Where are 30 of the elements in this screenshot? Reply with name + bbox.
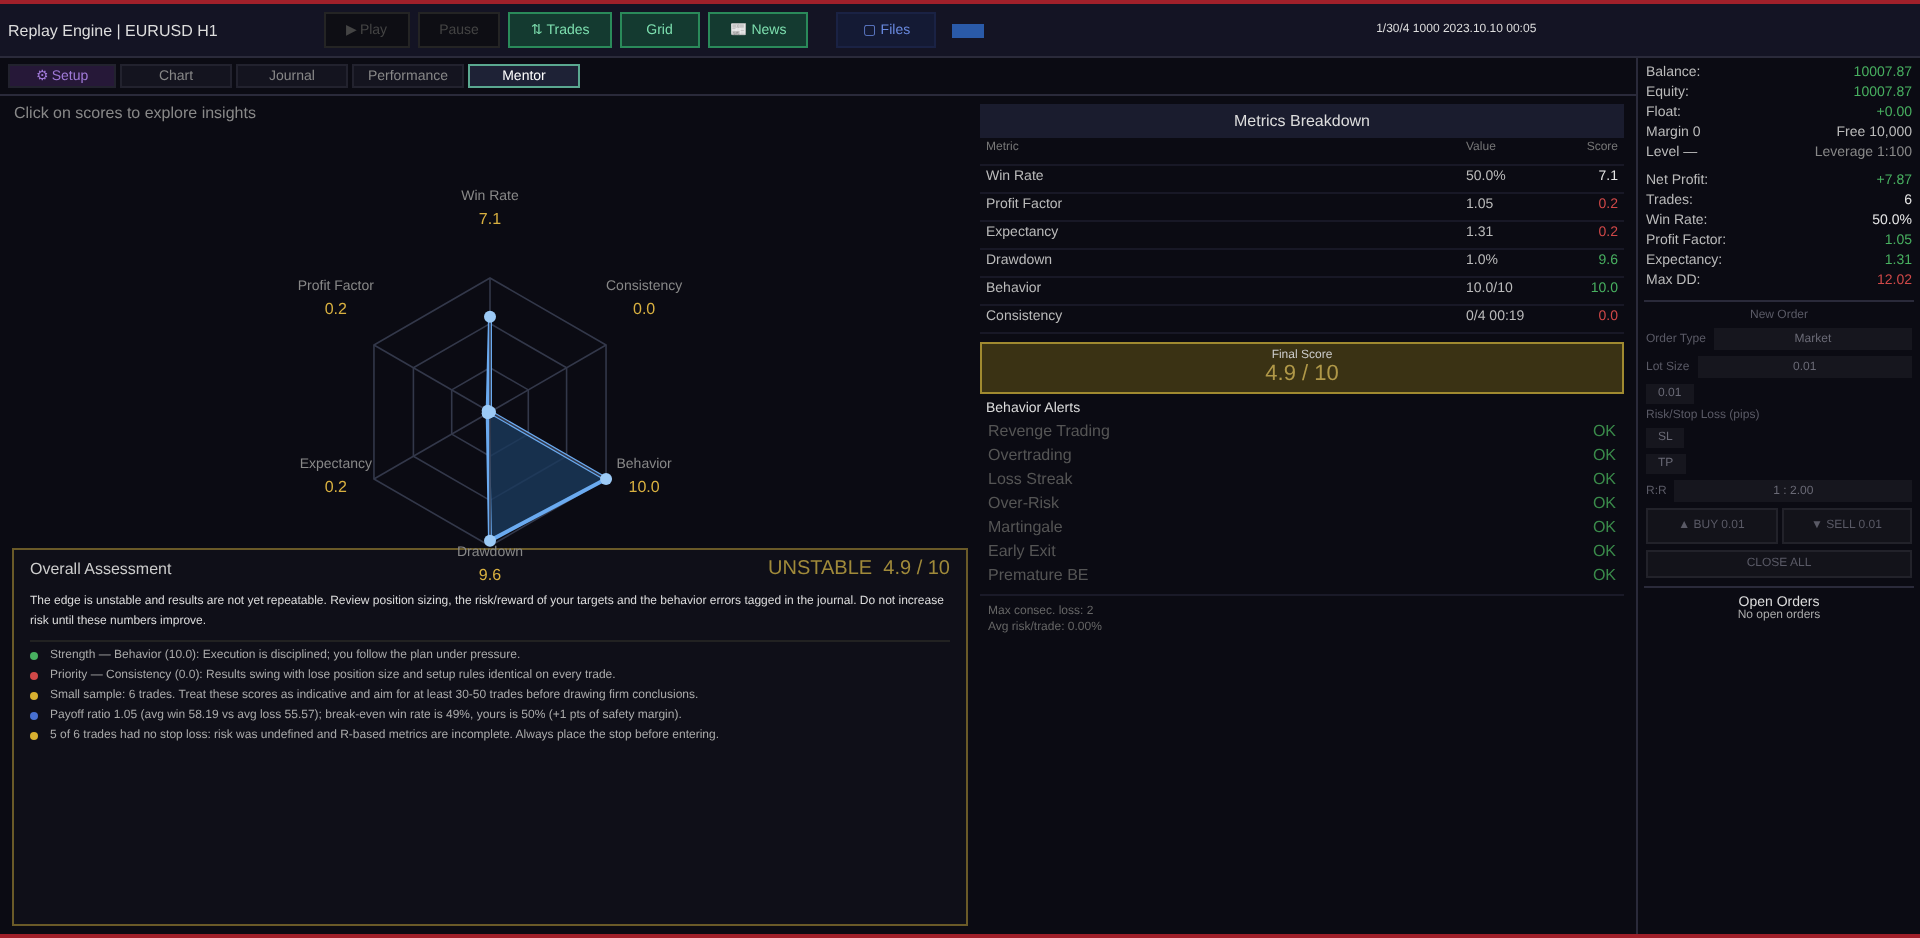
verdict-text: UNSTABLE 4.9 / 10 bbox=[768, 558, 950, 580]
panel-title: Overall Assessment bbox=[30, 560, 172, 578]
score-point[interactable] bbox=[481, 407, 494, 420]
alert-label: Premature BE bbox=[988, 566, 1089, 586]
alert-label: Martingale bbox=[988, 518, 1063, 538]
alert-status: OK bbox=[1592, 518, 1616, 538]
axis-score[interactable]: 7.1 bbox=[478, 210, 502, 228]
alert-status: OK bbox=[1592, 446, 1616, 466]
score-point[interactable] bbox=[484, 310, 496, 323]
alert-label: Loss Streak bbox=[988, 470, 1073, 490]
axis-score[interactable]: 10.0 bbox=[628, 477, 660, 495]
hint-text: Click on scores to explore insights bbox=[12, 102, 258, 122]
alert-label: Revenge Trading bbox=[988, 422, 1110, 442]
axis-score[interactable]: 9.6 bbox=[478, 566, 502, 584]
score-point[interactable] bbox=[600, 473, 613, 485]
alert-label: Overtrading bbox=[988, 446, 1072, 466]
alert-status: OK bbox=[1592, 494, 1616, 514]
axis-score[interactable]: 0.2 bbox=[324, 477, 347, 495]
final-score-value: 4.9 / 10 bbox=[1265, 362, 1339, 386]
section-header: Metrics Breakdown bbox=[980, 104, 1624, 138]
alert-status: OK bbox=[1592, 566, 1616, 586]
app-title: Replay Engine | EURUSD H1 bbox=[8, 21, 220, 39]
alert-label: Early Exit bbox=[988, 542, 1056, 562]
score-point[interactable] bbox=[484, 534, 496, 547]
axis-score[interactable]: 0.2 bbox=[324, 299, 347, 317]
alert-status: OK bbox=[1592, 470, 1616, 490]
alert-label: Over-Risk bbox=[988, 494, 1060, 514]
alert-status: OK bbox=[1592, 542, 1616, 562]
axis-score[interactable]: 0.0 bbox=[633, 299, 656, 317]
alert-status: OK bbox=[1592, 422, 1616, 442]
